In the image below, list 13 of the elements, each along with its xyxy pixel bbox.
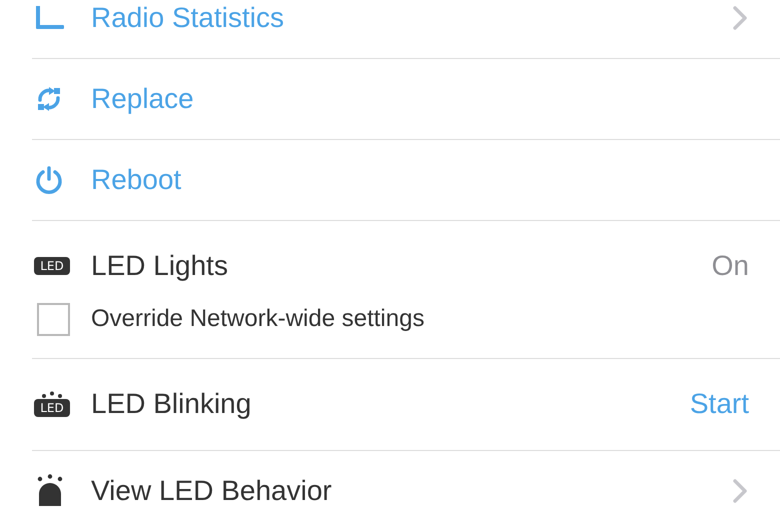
row-label: LED Lights xyxy=(91,249,229,283)
power-icon xyxy=(34,165,64,195)
row-label: Reboot xyxy=(91,163,182,197)
led-icon: LED xyxy=(34,257,70,275)
row-label: LED Blinking xyxy=(91,387,252,421)
checkbox[interactable] xyxy=(37,302,70,336)
row-label: View LED Behavior xyxy=(91,474,333,508)
start-button[interactable]: Start xyxy=(690,383,749,425)
setting-value: On xyxy=(712,249,749,283)
row-label: Radio Statistics xyxy=(91,1,285,35)
chart-icon xyxy=(34,4,66,32)
row-label: Replace xyxy=(91,82,195,116)
option-label: Override Network-wide settings xyxy=(91,304,424,334)
